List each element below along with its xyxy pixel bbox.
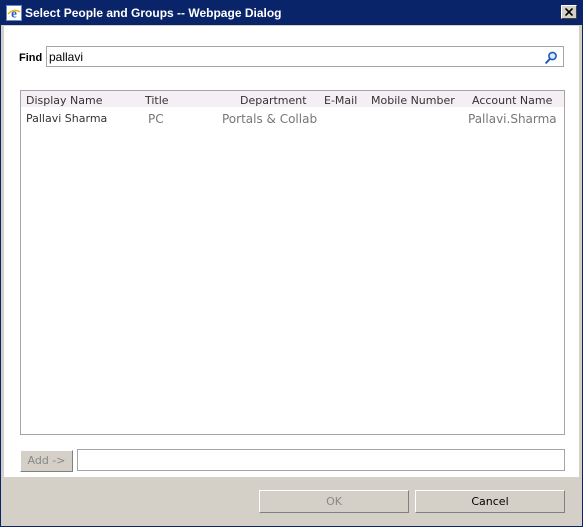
svg-text:e: e xyxy=(11,6,17,21)
cell-title: PC xyxy=(148,112,164,126)
ok-button[interactable]: OK xyxy=(259,490,409,513)
table-header: Display Name Title Department E-Mail Mob… xyxy=(21,91,564,107)
selected-people-field[interactable] xyxy=(77,449,565,471)
dialog-window: e Select People and Groups -- Webpage Di… xyxy=(0,0,583,527)
find-field[interactable] xyxy=(46,46,564,67)
column-email[interactable]: E-Mail xyxy=(324,94,357,107)
title-bar[interactable]: e Select People and Groups -- Webpage Di… xyxy=(1,1,582,25)
cell-display-name: Pallavi Sharma xyxy=(26,112,108,125)
column-title[interactable]: Title xyxy=(145,94,169,107)
find-input[interactable] xyxy=(49,49,539,64)
results-table: Display Name Title Department E-Mail Mob… xyxy=(20,90,565,435)
window-title: Select People and Groups -- Webpage Dial… xyxy=(25,6,282,20)
ie-icon: e xyxy=(6,5,22,21)
cell-account-name: Pallavi.Sharma xyxy=(468,112,557,126)
cancel-button[interactable]: Cancel xyxy=(415,490,565,513)
find-label: Find xyxy=(19,52,43,64)
column-department[interactable]: Department xyxy=(240,94,307,107)
search-icon[interactable] xyxy=(545,51,558,64)
close-icon xyxy=(565,8,573,16)
column-display-name[interactable]: Display Name xyxy=(26,94,103,107)
dialog-content: Find Display Name Title Department E-Mai… xyxy=(4,26,579,477)
column-account-name[interactable]: Account Name xyxy=(472,94,552,107)
column-mobile-number[interactable]: Mobile Number xyxy=(371,94,455,107)
close-button[interactable] xyxy=(561,5,577,19)
add-button[interactable]: Add -> xyxy=(20,450,73,472)
cell-department: Portals & Collab xyxy=(222,112,318,126)
